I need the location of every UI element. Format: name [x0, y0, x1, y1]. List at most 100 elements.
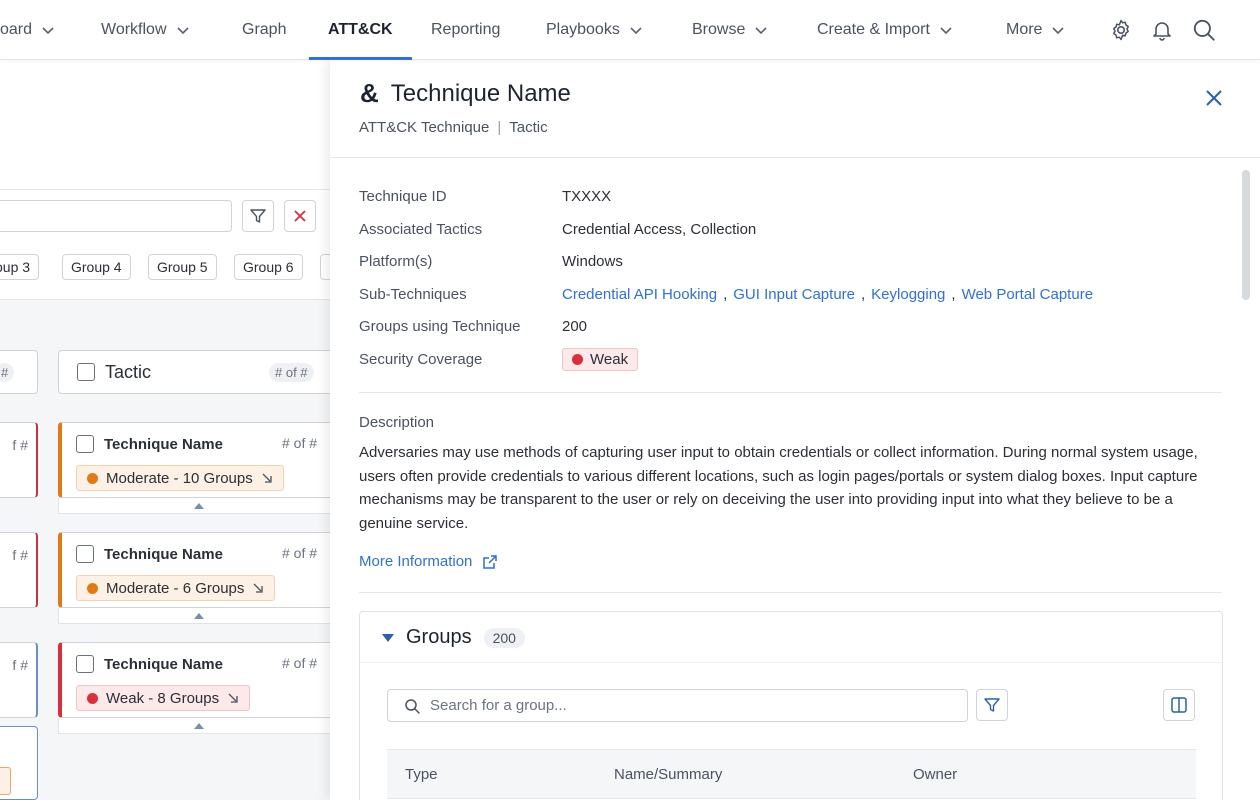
technique-name: Technique Name	[104, 545, 223, 563]
column-count: # of #	[269, 362, 314, 382]
subtechnique-link[interactable]: GUI Input Capture	[733, 286, 855, 303]
scrollbar[interactable]	[1240, 170, 1252, 800]
columns-icon	[1171, 697, 1187, 713]
group-filter-button[interactable]	[976, 689, 1008, 721]
technique-card-partial[interactable]: f #	[0, 642, 38, 718]
nav-label: oard	[0, 21, 33, 38]
external-link-icon	[483, 554, 498, 569]
nav-reporting[interactable]: Reporting	[431, 0, 500, 60]
clear-filter-button[interactable]	[284, 200, 316, 232]
nav-playbooks[interactable]: Playbooks	[546, 0, 644, 60]
moderate-dot-icon	[87, 582, 98, 594]
nav-graph[interactable]: Graph	[242, 0, 286, 60]
nav-label: Browse	[692, 21, 746, 38]
nav-dashboard[interactable]: oard	[0, 0, 56, 60]
coverage-label: Weak - 8 Groups	[106, 689, 220, 707]
coverage-pill[interactable]: Moderate - 6 Groups	[76, 575, 276, 601]
column-count: #	[0, 362, 15, 382]
gear-icon[interactable]	[1107, 16, 1135, 44]
column-checkbox[interactable]	[77, 363, 95, 381]
column-toggle-button[interactable]	[1163, 689, 1195, 721]
technique-detail-panel: & Technique Name ATT&CK Technique | Tact…	[330, 60, 1260, 800]
card-checkbox[interactable]	[76, 545, 94, 563]
close-icon[interactable]	[1202, 86, 1226, 110]
nav-label: Playbooks	[546, 21, 620, 38]
group-chip[interactable]: oup 3	[0, 254, 40, 280]
subtechnique-link[interactable]: Credential API Hooking	[562, 286, 717, 303]
prop-value: 200	[562, 318, 588, 335]
prop-tactics: Associated Tactics Credential Access, Co…	[359, 221, 756, 241]
chevron-down-icon	[755, 27, 767, 35]
nav-label: More	[1006, 21, 1043, 38]
column-header-prev: #	[0, 350, 38, 394]
technique-card[interactable]: Technique Name # of # Weak - 8 Groups	[58, 642, 340, 718]
column-header-owner[interactable]: Owner	[913, 766, 957, 783]
search-icon	[405, 698, 420, 714]
level-pill-partial	[0, 767, 11, 795]
group-search-input[interactable]	[430, 697, 950, 714]
nav-workflow[interactable]: Workflow	[101, 0, 191, 60]
coverage-pill[interactable]: Moderate - 10 Groups	[76, 465, 284, 491]
column-header-tactic: Tactic # of #	[58, 350, 340, 394]
divider	[359, 592, 1222, 593]
divider	[359, 392, 1222, 393]
prop-label: Platform(s)	[359, 253, 433, 270]
subtechnique-link[interactable]: Keylogging	[871, 286, 945, 303]
prop-label: Security Coverage	[359, 351, 483, 368]
more-information-link[interactable]: More Information	[359, 553, 498, 570]
groups-section: Groups 200 Type Name/Summary Owner	[359, 611, 1223, 800]
technique-card-partial[interactable]	[0, 726, 38, 800]
subtechnique-link[interactable]: Web Portal Capture	[962, 286, 1093, 303]
expand-card-button[interactable]	[58, 608, 340, 624]
nav-attack[interactable]: ATT&CK	[309, 0, 412, 60]
group-chip[interactable]: Group 6	[234, 254, 303, 280]
filter-button[interactable]	[242, 200, 274, 232]
technique-card[interactable]: Technique Name # of # Moderate - 6 Group…	[58, 532, 340, 608]
prop-value: Credential Access, Collection	[562, 221, 757, 238]
technique-card[interactable]: Technique Name # of # Moderate - 10 Grou…	[58, 422, 340, 498]
prop-platforms: Platform(s) Windows	[359, 253, 623, 273]
matrix-header-area	[0, 60, 340, 190]
panel-title: Technique Name	[390, 79, 571, 107]
divider	[360, 662, 1222, 663]
weak-dot-icon	[572, 354, 583, 365]
card-checkbox[interactable]	[76, 435, 94, 453]
technique-card-partial[interactable]: f #	[0, 532, 38, 608]
arrow-down-right-icon	[228, 693, 238, 703]
moderate-dot-icon	[87, 472, 98, 484]
groups-count-badge: 200	[483, 627, 525, 648]
groups-toggle[interactable]: Groups 200	[382, 626, 525, 649]
chevron-down-icon	[42, 27, 54, 35]
nav-create-import[interactable]: Create & Import	[817, 0, 954, 60]
chevron-down-icon	[176, 27, 189, 35]
coverage-pill[interactable]: Weak - 8 Groups	[76, 685, 251, 711]
description-text: Adversaries may use methods of capturing…	[359, 444, 1198, 532]
technique-card-partial[interactable]: f #	[0, 422, 38, 498]
expand-card-button[interactable]	[58, 498, 340, 514]
column-title: Tactic	[105, 361, 152, 382]
chevron-down-icon	[630, 27, 642, 35]
scrollbar-thumb[interactable]	[1242, 170, 1250, 300]
status-badge-label: Weak	[590, 351, 629, 368]
card-checkbox[interactable]	[76, 655, 94, 673]
nav-browse[interactable]: Browse	[692, 0, 769, 60]
matrix-search-input[interactable]	[0, 200, 232, 232]
prop-label: Technique ID	[359, 188, 447, 205]
caret-down-icon	[382, 633, 394, 642]
prop-label: Associated Tactics	[359, 221, 483, 238]
arrow-down-right-icon	[262, 473, 272, 483]
card-count: f #	[12, 657, 28, 673]
column-header-type[interactable]: Type	[405, 766, 438, 783]
caret-up-icon	[194, 612, 204, 619]
prop-groups-using: Groups using Technique 200	[359, 318, 587, 338]
card-count: # of #	[282, 435, 318, 451]
group-chip[interactable]: Group 4	[62, 254, 131, 280]
column-header-name[interactable]: Name/Summary	[614, 766, 722, 783]
group-search-box[interactable]	[387, 689, 968, 722]
expand-card-button[interactable]	[58, 718, 340, 734]
bell-icon[interactable]	[1148, 16, 1176, 44]
search-icon[interactable]	[1190, 16, 1218, 44]
nav-more[interactable]: More	[1006, 0, 1066, 60]
group-chip[interactable]: Group 5	[148, 254, 217, 280]
weak-dot-icon	[87, 692, 98, 704]
